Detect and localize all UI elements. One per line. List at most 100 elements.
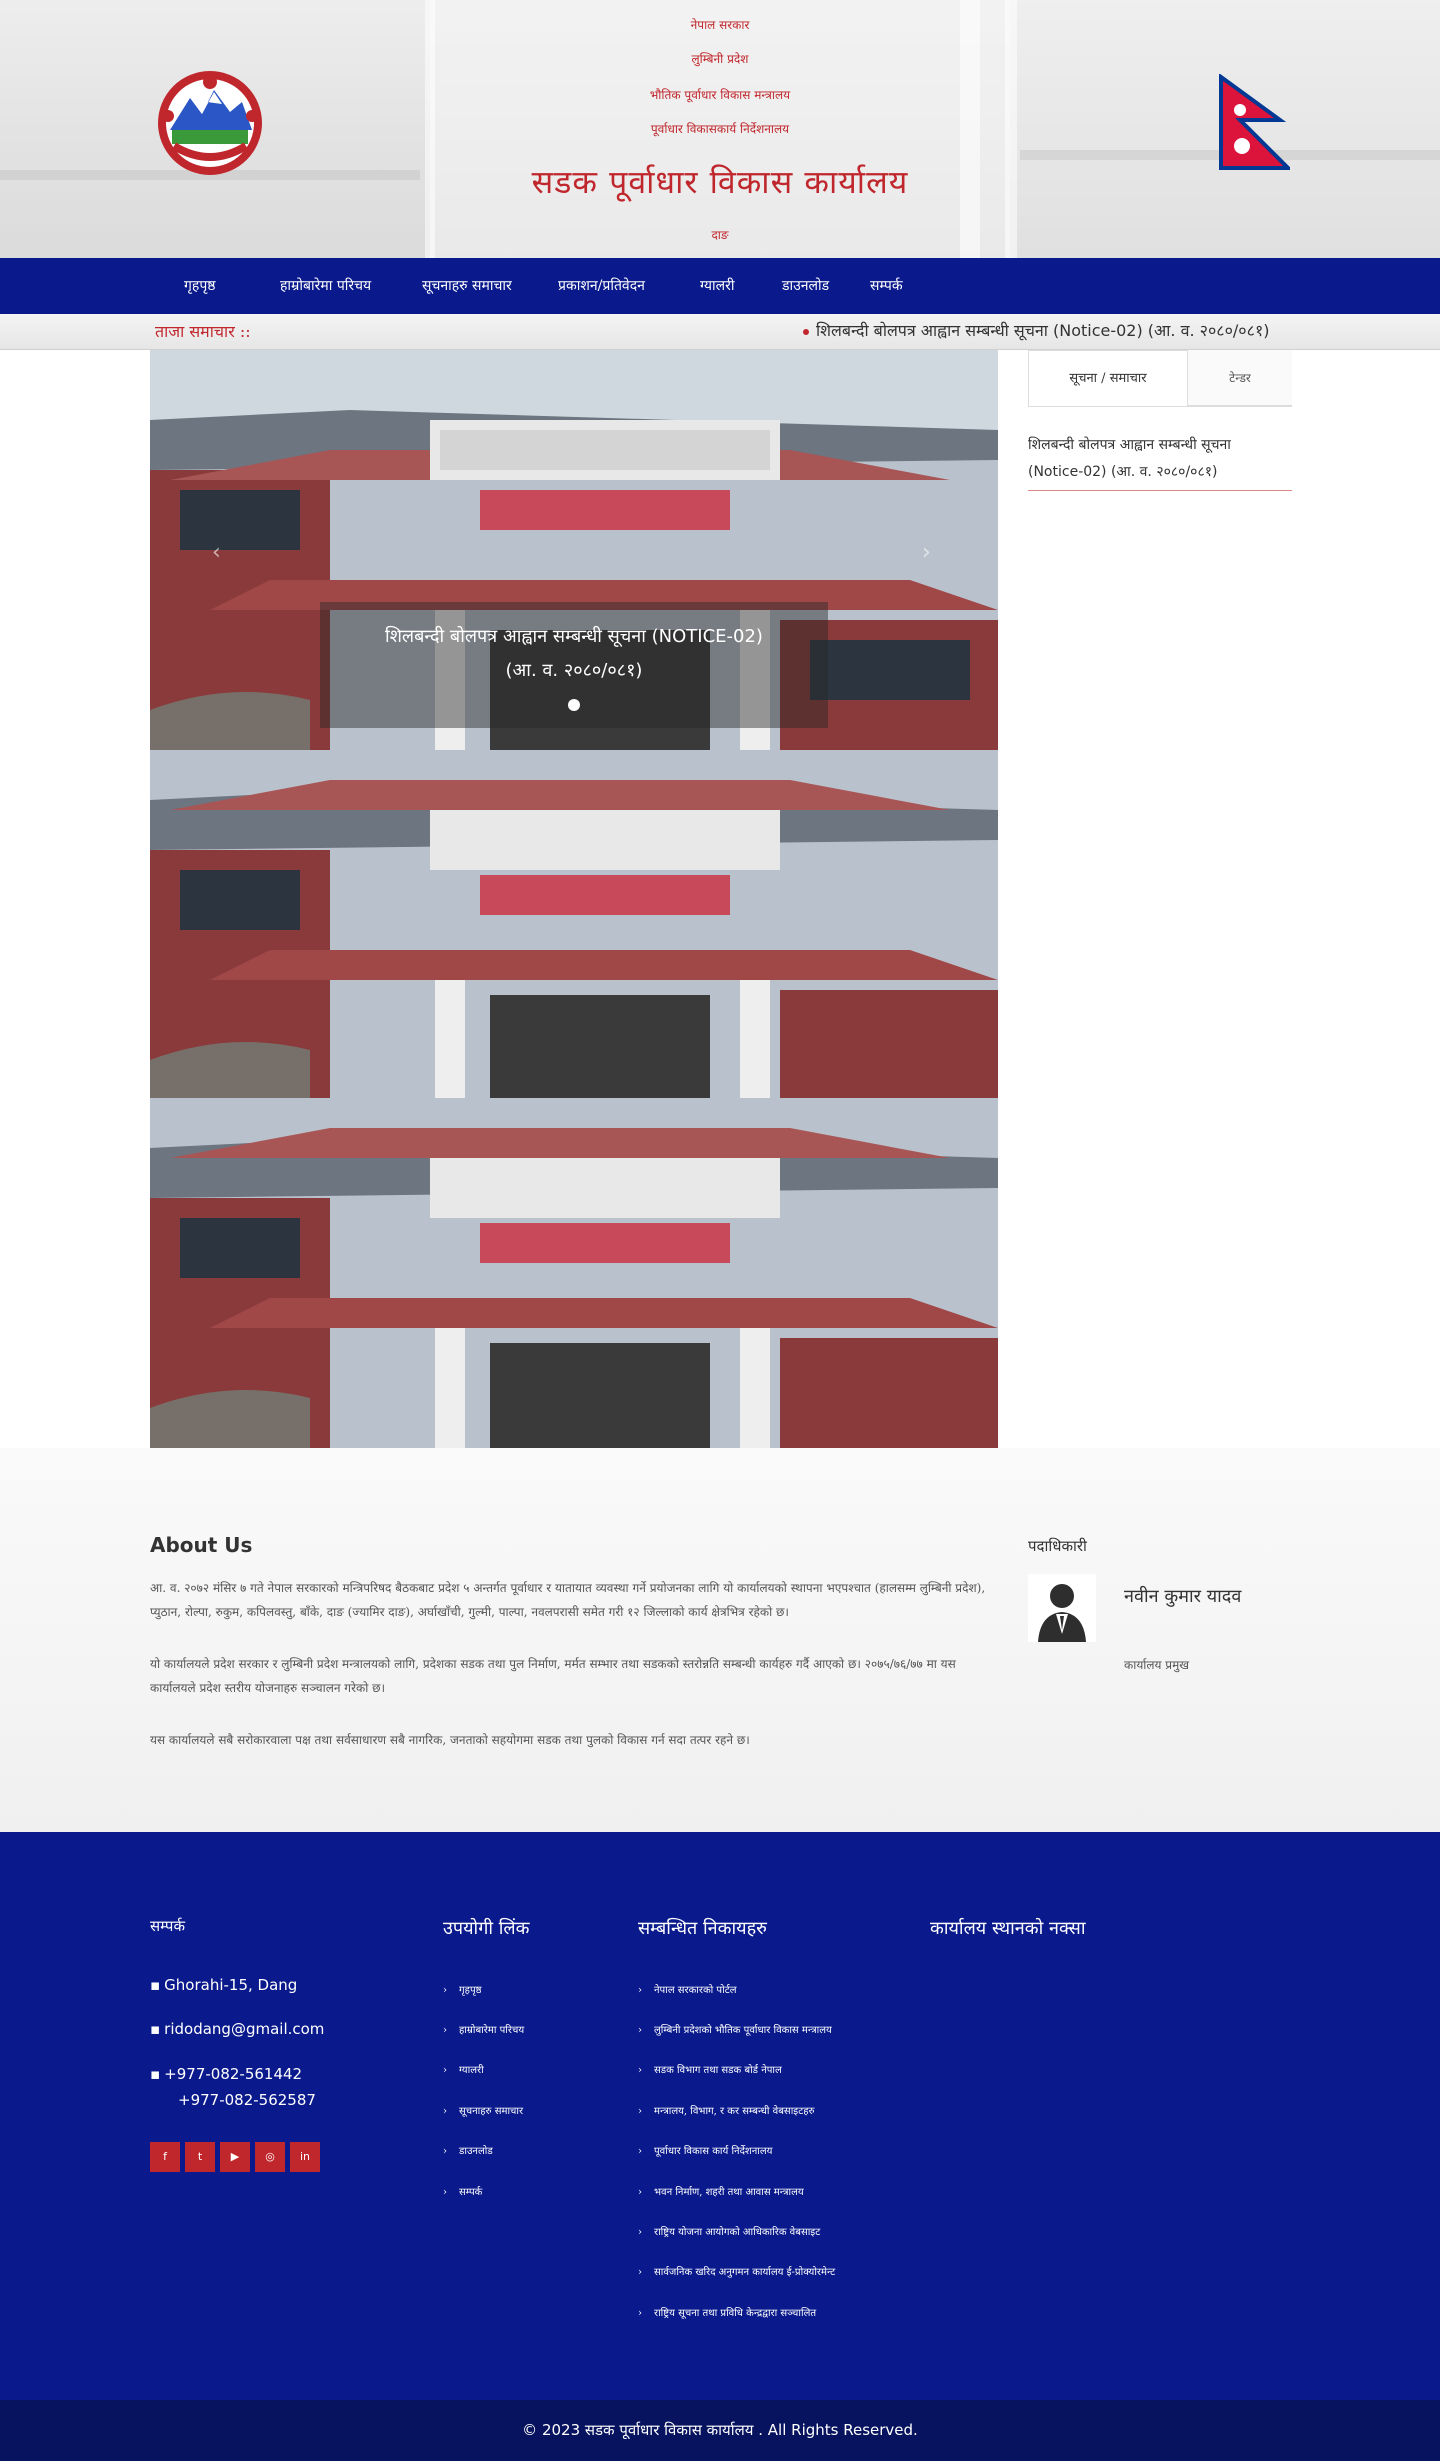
nepal-flag-icon [1219,74,1290,170]
site-title: सडक पूर्वाधार विकास कार्यालय [531,163,909,201]
nepal-emblem-icon [158,71,262,175]
map-marker-icon: ▪ [150,1976,161,1994]
footer-link-label: डाउनलोड [459,2146,493,2157]
about-paragraph: आ. व. २०७२ मंसिर ७ गते नेपाल सरकारको मन्… [150,1581,986,1619]
footer-related-link[interactable]: › पूर्वाधार विकास कार्य निर्देशनालय [638,2143,772,2157]
chevron-right-icon: › [443,2146,447,2157]
chevron-right-icon: › [638,2267,642,2278]
chevron-right-icon: › [443,1985,447,1996]
footer-address: ▪ Ghorahi-15, Dang [150,1976,297,1994]
footer-related-label: राष्ट्रिय योजना आयोगको आधिकारिक वेबसाइट [654,2227,821,2238]
official-name: नवीन कुमार यादव [1124,1586,1242,1607]
ticker-news-link[interactable]: शिलबन्दी बोलपत्र आह्वान सम्बन्धी सूचना (… [816,314,1270,348]
nav-item-gallery[interactable]: ग्यालरी [700,258,735,314]
slider-caption-line1: शिलबन्दी बोलपत्र आह्वान सम्बन्धी सूचना (… [385,626,763,647]
chevron-right-icon: › [443,2106,447,2117]
footer-phone1: +977-082-561442 [164,2065,303,2083]
phone-icon: ▪ [150,2065,161,2083]
site-header: नेपाल सरकार लुम्बिनी प्रदेश भौतिक पूर्वा… [0,0,1440,258]
slider-image [150,750,998,1098]
footer-link[interactable]: › हाम्रोबारेमा परिचय [443,2022,524,2036]
facebook-icon[interactable]: f [150,2142,180,2172]
footer-link[interactable]: › सम्पर्क [443,2184,482,2198]
chevron-right-icon: › [638,2106,642,2117]
official-role: कार्यालय प्रमुख [1124,1658,1190,1672]
instagram-icon[interactable]: ◎ [255,2142,285,2172]
header-line-directorate: पूर्वाधार विकासकार्य निर्देशनालय [650,122,790,136]
footer-map-heading: कार्यालय स्थानको नक्सा [930,1918,1086,1939]
linkedin-icon[interactable]: in [290,2142,320,2172]
chevron-right-icon: › [638,1985,642,1996]
footer-related-link[interactable]: › राष्ट्रिय सूचना तथा प्रविधि केन्द्रद्वा… [638,2305,816,2319]
footer-links-heading: उपयोगी लिंक [443,1918,530,1939]
header-line-province: लुम्बिनी प्रदेश [691,52,749,66]
footer-email-text: ridodang@gmail.com [164,2020,325,2038]
footer-related-link[interactable]: › नेपाल सरकारको पोर्टल [638,1982,737,1996]
sidebar-notice-link[interactable]: शिलबन्दी बोलपत्र आह्वान सम्बन्धी सूचना (… [1028,432,1290,486]
about-title: About Us [150,1533,253,1557]
footer-related-label: सडक विभाग तथा सडक बोर्ड नेपाल [654,2065,782,2076]
ticker-label: ताजा समाचार :: [155,322,251,341]
header-line-ministry: भौतिक पूर्वाधार विकास मन्त्रालय [649,88,791,102]
footer-related-link[interactable]: › सडक विभाग तथा सडक बोर्ड नेपाल [638,2062,782,2076]
tab-divider [1028,406,1292,407]
chevron-right-icon: › [443,2025,447,2036]
footer-link[interactable]: › सूचनाहरु समाचार [443,2103,523,2117]
footer-link[interactable]: › गृहपृष्ठ [443,1982,482,1996]
youtube-icon[interactable]: ▶ [220,2142,250,2172]
nav-item-publications[interactable]: प्रकाशन/प्रतिवेदन [558,258,645,314]
footer-link-label: हाम्रोबारेमा परिचय [459,2025,525,2036]
nav-item-contact[interactable]: सम्पर्क [870,258,903,314]
nav-item-download[interactable]: डाउनलोड [782,258,829,314]
nav-item-about[interactable]: हाम्रोबारेमा परिचय [280,258,371,314]
footer-related-label: पूर्वाधार विकास कार्य निर्देशनालय [654,2146,773,2157]
footer-related-label: मन्त्रालय, विभाग, र कर सम्बन्धी वेबसाइटह… [654,2106,815,2117]
chevron-left-icon[interactable]: ‹ [212,540,221,565]
footer-related-label: राष्ट्रिय सूचना तथा प्रविधि केन्द्रद्वार… [654,2308,817,2319]
nav-item-home[interactable]: गृहपृष्ठ [184,258,216,314]
chevron-right-icon: › [638,2025,642,2036]
footer-address-text: Ghorahi-15, Dang [164,1976,298,1994]
copyright-text: © 2023 सडक पूर्वाधार विकास कार्यालय . Al… [522,2421,918,2439]
footer-link[interactable]: › ग्यालरी [443,2062,484,2076]
tab-tender[interactable]: टेन्डर [1188,350,1292,406]
footer-link-label: ग्यालरी [459,2065,484,2076]
news-ticker: ताजा समाचार :: शिलबन्दी बोलपत्र आह्वान स… [0,314,1440,350]
footer-phone: ▪ +977-082-561442 [150,2065,302,2083]
slider-dot[interactable] [568,699,580,711]
officials-heading: पदाधिकारी [1028,1537,1087,1555]
avatar [1028,1574,1096,1642]
footer-related-link[interactable]: › राष्ट्रिय योजना आयोगको आधिकारिक वेबसाइट [638,2224,820,2238]
footer-related-label: लुम्बिनी प्रदेशको भौतिक पूर्वाधार विकास … [654,2025,832,2036]
chevron-right-icon: › [638,2227,642,2238]
chevron-right-icon: › [638,2146,642,2157]
footer-email[interactable]: ▪ ridodang@gmail.com [150,2020,324,2038]
chevron-right-icon[interactable]: › [922,540,931,565]
footer-link-label: गृहपृष्ठ [459,1985,482,1996]
chevron-right-icon: › [443,2187,447,2198]
footer-link-label: सूचनाहरु समाचार [459,2106,524,2117]
chevron-right-icon: › [638,2065,642,2076]
footer-related-label: सार्वजनिक खरिद अनुगमन कार्यालय ई-प्रोक्य… [654,2267,836,2278]
envelope-icon: ▪ [150,2020,161,2038]
about-paragraph: यस कार्यालयले सबै सरोकारवाला पक्ष तथा सर… [150,1733,750,1747]
chevron-right-icon: › [638,2187,642,2198]
header-location: दाङ [711,228,729,242]
footer-phone2: +977-082-562587 [178,2091,316,2109]
slider-caption[interactable]: शिलबन्दी बोलपत्र आह्वान सम्बन्धी सूचना (… [320,620,828,688]
footer-related-link[interactable]: › भवन निर्माण, शहरी तथा आवास मन्त्रालय [638,2184,804,2198]
nav-item-notices[interactable]: सूचनाहरु समाचार [422,258,512,314]
twitter-icon[interactable]: t [185,2142,215,2172]
slider-caption-line2: (आ. व. २०८०/०८१) [505,660,643,681]
footer-related-link[interactable]: › सार्वजनिक खरिद अनुगमन कार्यालय ई-प्रोक्… [638,2264,835,2278]
chevron-right-icon: › [638,2308,642,2319]
footer-link[interactable]: › डाउनलोड [443,2143,493,2157]
footer-related-label: नेपाल सरकारको पोर्टल [654,1985,737,1996]
slider-image [150,1098,998,1448]
tab-notices[interactable]: सूचना / समाचार [1028,350,1188,406]
chevron-right-icon: › [443,2065,447,2076]
footer-contact-heading: सम्पर्क [150,1917,185,1935]
footer-related-label: भवन निर्माण, शहरी तथा आवास मन्त्रालय [654,2187,804,2198]
footer-related-link[interactable]: › लुम्बिनी प्रदेशको भौतिक पूर्वाधार विकास… [638,2022,832,2036]
footer-related-link[interactable]: › मन्त्रालय, विभाग, र कर सम्बन्धी वेबसाइट… [638,2103,815,2117]
